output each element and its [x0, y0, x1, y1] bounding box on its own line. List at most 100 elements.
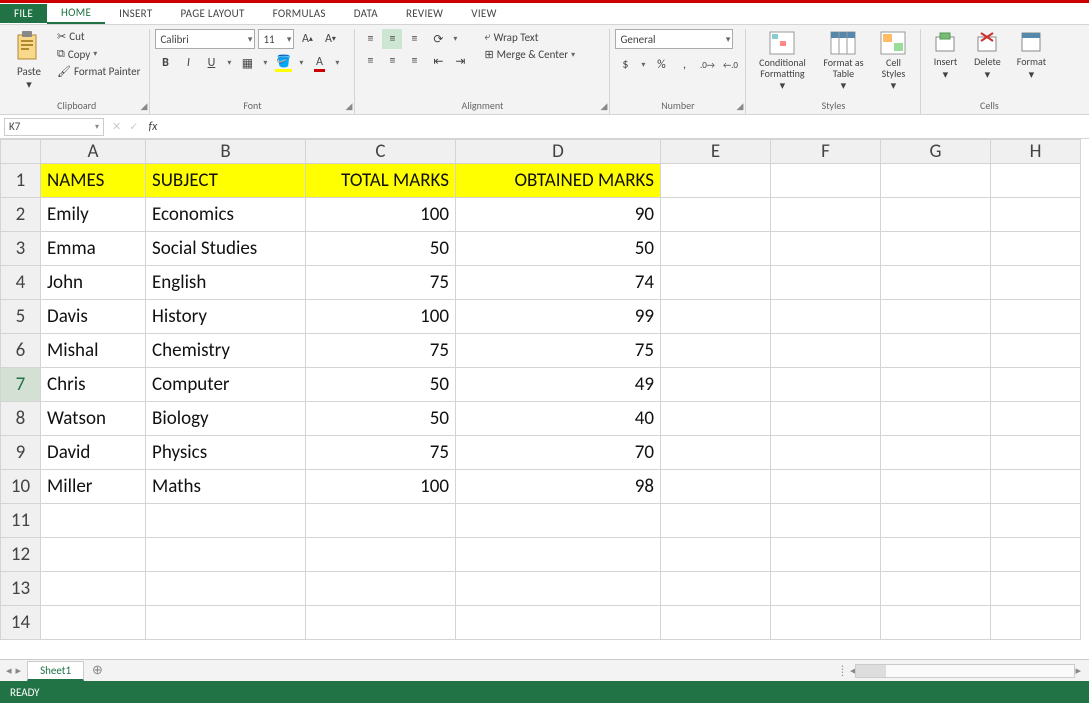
formula-enter-icon[interactable]: ✓ — [125, 120, 142, 133]
cell[interactable]: David — [41, 436, 146, 470]
cell[interactable] — [771, 300, 881, 334]
col-header-a[interactable]: A — [41, 140, 146, 164]
cell[interactable] — [881, 164, 991, 198]
cell[interactable]: 75 — [306, 436, 456, 470]
decrease-font-button[interactable]: A▾ — [320, 29, 340, 49]
cell[interactable] — [991, 504, 1081, 538]
underline-dropdown-icon[interactable]: ▾ — [224, 58, 234, 68]
align-center-button[interactable]: ≡ — [382, 51, 402, 71]
cell[interactable] — [661, 436, 771, 470]
align-middle-button[interactable]: ≡ — [382, 29, 402, 49]
tab-page-layout[interactable]: PAGE LAYOUT — [166, 4, 258, 23]
align-bottom-button[interactable]: ≡ — [404, 29, 424, 49]
cell[interactable] — [41, 538, 146, 572]
comma-format-button[interactable]: , — [674, 55, 694, 75]
cell[interactable]: Mishal — [41, 334, 146, 368]
cell[interactable]: Physics — [146, 436, 306, 470]
cell[interactable]: OBTAINED MARKS — [456, 164, 661, 198]
cell[interactable] — [771, 436, 881, 470]
cell[interactable] — [41, 504, 146, 538]
row-header[interactable]: 3 — [1, 232, 41, 266]
col-header-g[interactable]: G — [881, 140, 991, 164]
select-all-corner[interactable] — [1, 140, 41, 164]
name-box[interactable]: K7 ▾ — [4, 118, 104, 136]
cell[interactable] — [456, 606, 661, 640]
tab-file[interactable]: FILE — [0, 4, 47, 23]
cell[interactable] — [306, 572, 456, 606]
cell[interactable]: 50 — [306, 368, 456, 402]
cell[interactable]: Chemistry — [146, 334, 306, 368]
cell[interactable] — [661, 606, 771, 640]
tab-home[interactable]: HOME — [47, 3, 105, 24]
sheet-nav-prev-icon[interactable]: ◂ — [6, 664, 12, 677]
cell[interactable] — [661, 572, 771, 606]
cell[interactable] — [881, 538, 991, 572]
decrease-decimal-button[interactable]: ←.0 — [720, 55, 740, 75]
copy-button[interactable]: ⧉ Copy ▾ — [53, 46, 144, 62]
cell[interactable] — [771, 402, 881, 436]
format-cells-button[interactable]: Format▾ — [1010, 29, 1052, 81]
fill-color-button[interactable]: 🪣 — [273, 53, 293, 73]
cell[interactable] — [991, 538, 1081, 572]
cell[interactable] — [771, 232, 881, 266]
cell[interactable]: Miller — [41, 470, 146, 504]
cell[interactable] — [881, 402, 991, 436]
cell[interactable] — [881, 266, 991, 300]
cell[interactable] — [306, 606, 456, 640]
cell[interactable] — [881, 470, 991, 504]
alignment-dialog-launcher[interactable]: ◢ — [601, 101, 608, 112]
cell[interactable]: Emma — [41, 232, 146, 266]
cell[interactable] — [771, 504, 881, 538]
cell[interactable] — [881, 368, 991, 402]
fx-icon[interactable]: fx — [142, 120, 163, 134]
cell[interactable]: 98 — [456, 470, 661, 504]
cell[interactable] — [771, 266, 881, 300]
cell[interactable]: 74 — [456, 266, 661, 300]
cell[interactable] — [661, 470, 771, 504]
cell[interactable] — [991, 198, 1081, 232]
borders-dropdown-icon[interactable]: ▾ — [260, 58, 270, 68]
cell[interactable]: Davis — [41, 300, 146, 334]
cell[interactable]: Biology — [146, 402, 306, 436]
wrap-text-button[interactable]: ⤶Wrap Text — [480, 29, 579, 45]
merge-center-button[interactable]: ⊞Merge & Center▾ — [480, 47, 579, 62]
col-header-f[interactable]: F — [771, 140, 881, 164]
paste-button[interactable]: Paste ▾ — [9, 29, 49, 91]
col-header-c[interactable]: C — [306, 140, 456, 164]
cell[interactable] — [881, 334, 991, 368]
accounting-format-button[interactable]: $ — [615, 55, 635, 75]
cell[interactable]: 70 — [456, 436, 661, 470]
spreadsheet-grid[interactable]: A B C D E F G H 1 NAMES SUBJECT TOTAL MA… — [0, 139, 1089, 659]
cell[interactable] — [41, 606, 146, 640]
align-left-button[interactable]: ≡ — [360, 51, 380, 71]
font-color-dropdown-icon[interactable]: ▾ — [332, 58, 342, 68]
clipboard-dialog-launcher[interactable]: ◢ — [141, 101, 148, 112]
cell[interactable] — [771, 368, 881, 402]
cell[interactable]: Maths — [146, 470, 306, 504]
horizontal-scrollbar[interactable]: ⁞ ◂ ▸ — [111, 664, 1089, 678]
cell[interactable]: 75 — [306, 334, 456, 368]
tab-formulas[interactable]: FORMULAS — [259, 4, 340, 23]
font-dialog-launcher[interactable]: ◢ — [346, 101, 353, 112]
cell[interactable]: Social Studies — [146, 232, 306, 266]
cell[interactable] — [881, 436, 991, 470]
cell[interactable] — [771, 572, 881, 606]
cell[interactable] — [771, 164, 881, 198]
cell[interactable] — [991, 402, 1081, 436]
cell[interactable] — [661, 334, 771, 368]
underline-button[interactable]: U — [201, 53, 221, 73]
increase-decimal-button[interactable]: .0→ — [697, 55, 717, 75]
cell[interactable] — [881, 504, 991, 538]
tab-review[interactable]: REVIEW — [392, 4, 457, 23]
col-header-e[interactable]: E — [661, 140, 771, 164]
cell[interactable] — [41, 572, 146, 606]
cell[interactable] — [991, 572, 1081, 606]
cell[interactable] — [661, 232, 771, 266]
cell[interactable] — [991, 164, 1081, 198]
cell[interactable] — [661, 266, 771, 300]
cell[interactable]: 100 — [306, 470, 456, 504]
cell[interactable]: 99 — [456, 300, 661, 334]
row-header[interactable]: 14 — [1, 606, 41, 640]
cell[interactable] — [991, 300, 1081, 334]
col-header-h[interactable]: H — [991, 140, 1081, 164]
